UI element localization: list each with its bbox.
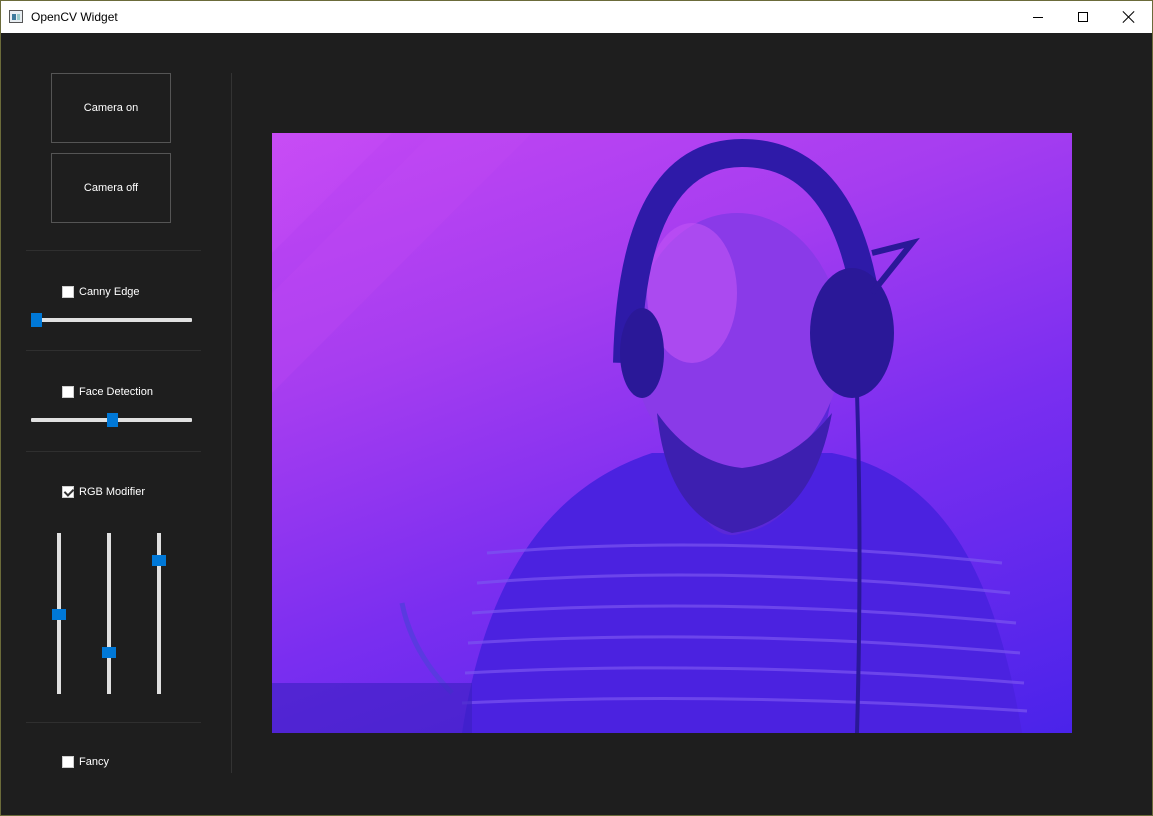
main-area: Camera on Camera off Canny Edge Face Det… xyxy=(1,33,1152,815)
canny-edge-label: Canny Edge xyxy=(79,286,140,298)
app-window: OpenCV Widget Camera on Camera off Canny… xyxy=(0,0,1153,816)
title-bar[interactable]: OpenCV Widget xyxy=(1,1,1152,33)
face-detection-checkbox[interactable] xyxy=(62,386,74,398)
maximize-button[interactable] xyxy=(1060,1,1106,33)
camera-feed-graphic xyxy=(272,133,1028,733)
rgb-modifier-label: RGB Modifier xyxy=(79,486,146,498)
face-detection-label: Face Detection xyxy=(79,386,153,398)
face-detection-toggle[interactable]: Face Detection xyxy=(62,386,153,398)
close-button[interactable] xyxy=(1106,1,1152,33)
minimize-icon xyxy=(1033,16,1043,18)
face-detection-slider[interactable] xyxy=(31,413,192,427)
green-slider[interactable] xyxy=(102,533,116,694)
slider-track xyxy=(31,318,192,322)
maximize-icon xyxy=(1078,12,1088,22)
rgb-modifier-toggle[interactable]: RGB Modifier xyxy=(62,486,145,498)
fancy-toggle[interactable]: Fancy xyxy=(62,756,109,768)
window-title: OpenCV Widget xyxy=(31,10,118,24)
rgb-modifier-checkbox[interactable] xyxy=(62,486,74,498)
blue-slider[interactable] xyxy=(152,533,166,694)
camera-feed-image xyxy=(272,133,1072,733)
minimize-button[interactable] xyxy=(1015,1,1061,33)
canny-threshold-slider[interactable] xyxy=(30,313,192,327)
app-icon xyxy=(9,10,23,23)
camera-off-button[interactable]: Camera off xyxy=(51,153,171,223)
slider-handle[interactable] xyxy=(52,608,66,620)
slider-track xyxy=(107,533,111,694)
divider xyxy=(26,250,201,251)
red-slider[interactable] xyxy=(52,533,66,694)
divider xyxy=(26,451,201,452)
panel-separator xyxy=(231,73,232,773)
fancy-label: Fancy xyxy=(79,756,109,768)
divider xyxy=(26,350,201,351)
slider-handle[interactable] xyxy=(102,647,116,659)
fancy-checkbox[interactable] xyxy=(62,756,74,768)
divider xyxy=(26,722,201,723)
slider-handle[interactable] xyxy=(106,413,118,427)
canny-edge-toggle[interactable]: Canny Edge xyxy=(62,286,140,298)
slider-handle[interactable] xyxy=(30,313,42,327)
close-icon xyxy=(1123,11,1135,23)
canny-edge-checkbox[interactable] xyxy=(62,286,74,298)
slider-handle[interactable] xyxy=(152,555,166,567)
camera-on-button[interactable]: Camera on xyxy=(51,73,171,143)
